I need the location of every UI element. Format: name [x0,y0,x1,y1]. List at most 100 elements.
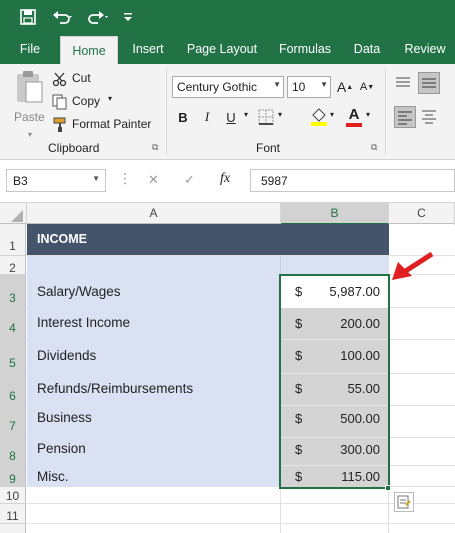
align-middle-icon[interactable] [418,72,440,94]
tab-home[interactable]: Home [60,36,118,64]
row-header-12[interactable] [0,524,26,533]
row-header-4[interactable]: 4 [0,308,26,340]
redo-icon[interactable] [84,7,114,27]
name-box-value: B3 [13,174,28,188]
select-all-corner[interactable] [0,203,27,225]
fill-color-icon[interactable] [309,107,329,130]
tab-formulas[interactable]: Formulas [272,34,338,64]
paste-dropdown-icon[interactable]: ▾ [28,130,32,139]
row-header-1[interactable]: 1 [0,224,26,256]
row-header-6[interactable]: 6 [0,374,26,406]
align-center-icon[interactable] [420,108,438,129]
ribbon: Paste ▾ Cut Copy ▾ Format Painter Clipbo… [0,64,455,160]
copy-icon [52,94,68,113]
font-size-combo[interactable]: 10 ▼ [287,76,331,98]
income-header-title: INCOME [37,232,87,246]
tab-insert[interactable]: Insert [124,34,172,64]
quick-analysis-icon[interactable] [394,492,414,512]
paste-button[interactable]: Paste [10,70,48,124]
tab-data[interactable]: Data [346,34,388,64]
column-header-b[interactable]: B [281,203,389,225]
row-header-10[interactable]: 10 [0,487,26,504]
align-top-icon[interactable] [394,74,412,95]
income-label-cell[interactable]: Interest Income [27,315,280,330]
underline-button[interactable]: U [220,106,242,128]
font-launcher-icon[interactable]: ⧉ [371,142,377,153]
paste-icon [14,70,44,107]
income-label-cell[interactable]: Refunds/Reimbursements [27,381,280,396]
bold-button[interactable]: B [172,106,194,128]
fill-handle[interactable] [385,485,391,491]
grow-font-icon: A [336,79,347,95]
tab-review[interactable]: Review [398,34,452,64]
worksheet-grid[interactable]: 1 2 3 4 5 6 7 8 9 10 11 INCOME Salary/Wa… [0,224,455,533]
gridline [26,523,455,524]
income-label-cell[interactable]: Dividends [27,348,280,363]
shrink-font-button[interactable]: A ▼ [356,76,378,98]
borders-icon[interactable] [258,109,274,128]
selection-border [279,274,390,489]
undo-icon[interactable] [48,7,78,27]
copy-dropdown-icon[interactable]: ▾ [108,94,112,103]
chevron-down-icon: ▼ [320,80,328,89]
cut-button[interactable]: Cut [52,70,142,88]
format-painter-label: Format Painter [72,117,152,131]
formula-bar-resize-icon: ⋮ [118,170,132,186]
customize-qat-icon[interactable] [120,7,136,27]
row-header-9[interactable]: 9 [0,466,26,487]
enter-icon[interactable]: ✓ [184,172,195,188]
income-label-cell[interactable]: Salary/Wages [27,284,280,299]
font-color-icon: A [348,106,360,123]
clipboard-group-label: Clipboard [48,141,100,155]
row-header-3[interactable]: 3 [0,275,26,308]
shrink-font-icon: A [359,81,368,93]
row-header-11[interactable]: 11 [0,504,26,524]
red-arrow-annotation [390,250,436,287]
clipboard-launcher-icon[interactable]: ⧉ [152,142,158,153]
income-header-band: INCOME [27,224,389,255]
chevron-down-icon: ▼ [273,80,281,89]
column-header-c[interactable]: C [389,203,455,225]
cancel-icon[interactable]: ✕ [148,172,159,188]
italic-button[interactable]: I [196,106,218,128]
column-header-a[interactable]: A [27,203,281,225]
format-painter-button[interactable]: Format Painter [52,116,162,134]
formula-value: 5987 [261,174,288,188]
fill-color-dropdown-icon[interactable]: ▾ [330,110,334,119]
row-header-2[interactable]: 2 [0,256,26,275]
group-separator [166,68,167,154]
paste-label: Paste [14,110,45,124]
row-header-7[interactable]: 7 [0,406,26,438]
font-color-swatch [346,123,362,127]
copy-button[interactable]: Copy ▾ [52,93,142,111]
font-size-value: 10 [292,80,306,94]
insert-function-icon[interactable]: fx [220,171,230,187]
tab-page-layout[interactable]: Page Layout [180,34,264,64]
chevron-down-icon: ▼ [92,174,100,183]
income-label-cell[interactable]: Pension [27,441,280,456]
grow-font-button[interactable]: A ▲ [334,76,356,98]
font-group-label: Font [256,141,281,155]
income-label-cell[interactable]: Misc. [27,469,280,484]
gridline [26,503,455,504]
row-header-8[interactable]: 8 [0,438,26,466]
name-box[interactable]: B3 ▼ [6,169,106,192]
font-color-button[interactable]: A [344,106,364,128]
font-color-dropdown-icon[interactable]: ▾ [366,110,370,119]
underline-dropdown-icon[interactable]: ▾ [244,110,248,119]
save-icon[interactable] [16,7,40,27]
borders-dropdown-icon[interactable]: ▾ [278,110,282,119]
font-name-combo[interactable]: Century Gothic ▼ [172,76,284,98]
ribbon-tabs: File Home Insert Page Layout Formulas Da… [0,34,455,64]
font-name-value: Century Gothic [177,80,258,94]
tab-file[interactable]: File [10,34,50,64]
income-label-cell[interactable]: Business [27,410,280,425]
row-header-5[interactable]: 5 [0,340,26,374]
group-separator [385,68,386,154]
align-left-icon[interactable] [394,106,416,128]
column-headers: A B C [0,202,455,225]
cut-label: Cut [72,71,91,85]
copy-label: Copy [72,94,101,108]
quick-access-toolbar [0,0,455,34]
formula-input[interactable]: 5987 [250,169,455,192]
